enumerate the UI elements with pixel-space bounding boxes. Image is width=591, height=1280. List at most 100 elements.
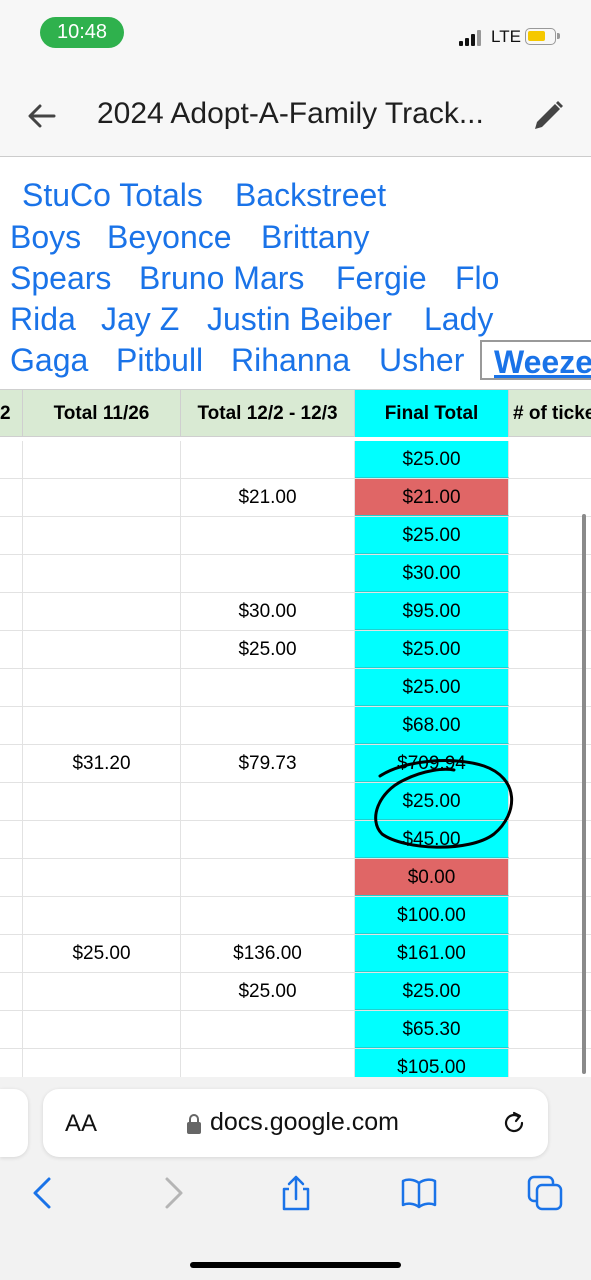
cell-final-total[interactable]: $25.00 <box>355 973 509 1010</box>
cell-tickets[interactable] <box>509 973 591 1010</box>
text-size-button[interactable]: AA <box>65 1110 97 1138</box>
header-total-1202[interactable]: Total 12/2 - 12/3 <box>181 390 355 437</box>
tab-usher[interactable]: Usher <box>379 342 464 379</box>
cell-final-total[interactable]: $95.00 <box>355 593 509 630</box>
cell-final-total[interactable]: $0.00 <box>355 859 509 896</box>
previous-tab-peek[interactable] <box>0 1089 28 1157</box>
cell-total-1202[interactable] <box>181 517 355 554</box>
cell-total-1126[interactable] <box>23 821 181 858</box>
cell-tickets[interactable] <box>509 745 591 782</box>
cell-final-total[interactable]: $68.00 <box>355 707 509 744</box>
cell-final-total[interactable]: $709.94 <box>355 745 509 782</box>
tab-stuco-totals[interactable]: StuCo Totals <box>22 177 203 214</box>
bookmarks-icon[interactable] <box>401 1175 437 1211</box>
cell-tickets[interactable] <box>509 1011 591 1048</box>
cell-total-1202[interactable]: $25.00 <box>181 631 355 668</box>
cell-tickets[interactable] <box>509 479 591 516</box>
tab-brittany[interactable]: Brittany <box>261 219 369 256</box>
tab-fergie[interactable]: Fergie <box>336 260 427 297</box>
cell-total-1126[interactable] <box>23 783 181 820</box>
cell-tickets[interactable] <box>509 669 591 706</box>
cell-total-1202[interactable] <box>181 859 355 896</box>
table-cell[interactable] <box>0 973 23 1010</box>
tab-flo[interactable]: Flo <box>455 260 499 297</box>
table-cell[interactable] <box>0 1011 23 1048</box>
table-cell[interactable] <box>0 745 23 782</box>
browser-back-icon[interactable] <box>25 1175 61 1211</box>
cell-total-1126[interactable] <box>23 669 181 706</box>
cell-total-1126[interactable] <box>23 555 181 592</box>
reload-icon[interactable] <box>500 1109 528 1137</box>
cell-final-total[interactable]: $161.00 <box>355 935 509 972</box>
tab-beyonce[interactable]: Beyonce <box>107 219 232 256</box>
cell-total-1202[interactable]: $21.00 <box>181 479 355 516</box>
cell-final-total[interactable]: $45.00 <box>355 821 509 858</box>
cell-tickets[interactable] <box>509 1049 591 1077</box>
cell-total-1202[interactable] <box>181 707 355 744</box>
cell-total-1202[interactable]: $136.00 <box>181 935 355 972</box>
table-cell[interactable] <box>0 859 23 896</box>
cell-final-total[interactable]: $25.00 <box>355 631 509 668</box>
edit-pencil-icon[interactable] <box>530 98 566 134</box>
table-cell[interactable] <box>0 669 23 706</box>
header-tickets[interactable]: # of ticke <box>509 390 591 437</box>
table-cell[interactable] <box>0 441 23 478</box>
table-cell[interactable] <box>0 631 23 668</box>
cell-total-1202[interactable] <box>181 897 355 934</box>
tab-weeze-active[interactable]: Weeze <box>480 340 591 380</box>
table-cell[interactable] <box>0 897 23 934</box>
cell-total-1202[interactable]: $30.00 <box>181 593 355 630</box>
header-final-total[interactable]: Final Total <box>355 390 509 437</box>
cell-tickets[interactable] <box>509 555 591 592</box>
cell-total-1126[interactable] <box>23 479 181 516</box>
tab-boys[interactable]: Boys <box>10 219 81 256</box>
cell-total-1126[interactable]: $25.00 <box>23 935 181 972</box>
table-cell[interactable] <box>0 517 23 554</box>
cell-total-1202[interactable]: $25.00 <box>181 973 355 1010</box>
table-cell[interactable] <box>0 479 23 516</box>
tab-backstreet[interactable]: Backstreet <box>235 177 386 214</box>
tab-pitbull[interactable]: Pitbull <box>116 342 203 379</box>
table-cell[interactable] <box>0 593 23 630</box>
cell-total-1202[interactable] <box>181 1011 355 1048</box>
cell-total-1126[interactable] <box>23 593 181 630</box>
cell-total-1202[interactable] <box>181 441 355 478</box>
table-cell[interactable] <box>0 935 23 972</box>
cell-total-1202[interactable] <box>181 821 355 858</box>
cell-final-total[interactable]: $105.00 <box>355 1049 509 1077</box>
cell-tickets[interactable] <box>509 935 591 972</box>
cell-tickets[interactable] <box>509 517 591 554</box>
cell-tickets[interactable] <box>509 441 591 478</box>
table-cell[interactable] <box>0 555 23 592</box>
cell-total-1202[interactable] <box>181 669 355 706</box>
cell-final-total[interactable]: $100.00 <box>355 897 509 934</box>
cell-total-1202[interactable] <box>181 783 355 820</box>
tab-justin-beiber[interactable]: Justin Beiber <box>207 301 392 338</box>
address-bar[interactable]: AA docs.google.com <box>43 1089 548 1157</box>
cell-total-1126[interactable] <box>23 973 181 1010</box>
cell-final-total[interactable]: $21.00 <box>355 479 509 516</box>
table-cell[interactable] <box>0 707 23 744</box>
cell-final-total[interactable]: $25.00 <box>355 783 509 820</box>
share-icon[interactable] <box>278 1175 314 1211</box>
tab-lady[interactable]: Lady <box>424 301 493 338</box>
cell-total-1126[interactable]: $31.20 <box>23 745 181 782</box>
cell-total-1126[interactable] <box>23 859 181 896</box>
tab-rihanna[interactable]: Rihanna <box>231 342 350 379</box>
cell-total-1126[interactable] <box>23 897 181 934</box>
cell-final-total[interactable]: $25.00 <box>355 441 509 478</box>
cell-total-1126[interactable] <box>23 707 181 744</box>
cell-final-total[interactable]: $25.00 <box>355 669 509 706</box>
cell-total-1126[interactable] <box>23 517 181 554</box>
tab-rida[interactable]: Rida <box>10 301 76 338</box>
cell-total-1202[interactable]: $79.73 <box>181 745 355 782</box>
header-total-1126[interactable]: Total 11/26 <box>23 390 181 437</box>
tab-gaga[interactable]: Gaga <box>10 342 88 379</box>
cell-total-1202[interactable] <box>181 1049 355 1077</box>
cell-tickets[interactable] <box>509 593 591 630</box>
cell-total-1126[interactable] <box>23 1049 181 1077</box>
cell-total-1126[interactable] <box>23 631 181 668</box>
cell-total-1202[interactable] <box>181 555 355 592</box>
cell-tickets[interactable] <box>509 783 591 820</box>
cell-total-1126[interactable] <box>23 441 181 478</box>
